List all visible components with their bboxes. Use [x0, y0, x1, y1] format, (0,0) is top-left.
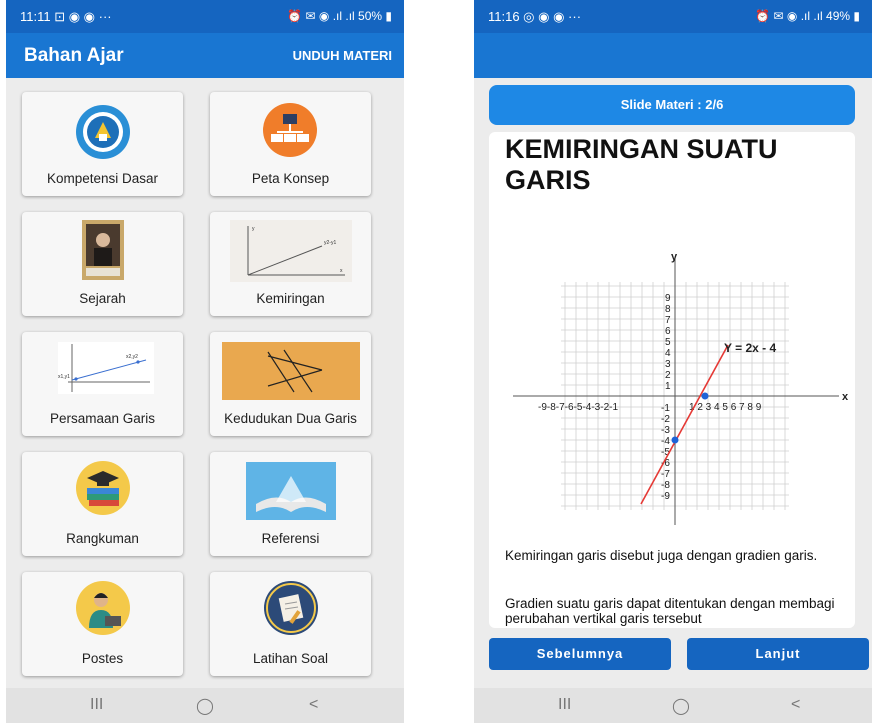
menu-card-rangkuman[interactable]: Rangkuman: [22, 452, 183, 556]
y-tick-label: -2: [661, 414, 670, 425]
menu-card-label: Kompetensi Dasar: [46, 171, 159, 186]
graduation-books-icon: [76, 461, 130, 515]
paragraph-text: Gradien suatu garis dapat ditentukan den…: [505, 596, 835, 626]
y-tick-label: 3: [665, 359, 671, 370]
status-bar: 11:11 ⊡ ◉ ◉ ··· ⏰ ✉ ◉ .ıl .ıl 50% ▮: [6, 0, 404, 33]
menu-card-label: Rangkuman: [66, 531, 139, 546]
menu-card-sejarah[interactable]: Sejarah: [22, 212, 183, 316]
y-tick-label: 2: [665, 370, 671, 381]
previous-button[interactable]: Sebelumnya: [489, 638, 671, 670]
y-tick-label: -8: [661, 480, 670, 491]
y-tick-label: 5: [665, 337, 671, 348]
x-tick-labels-positive: 1 2 3 4 5 6 7 8 9: [689, 402, 762, 413]
portrait-image-icon: [82, 220, 124, 280]
y-tick-label: 4: [665, 348, 671, 359]
y-axis-label: y: [671, 251, 678, 263]
menu-card-label: Kemiringan: [256, 291, 325, 306]
menu-card-label: Referensi: [261, 531, 320, 546]
tut-wuri-logo-icon: [76, 105, 130, 159]
back-button[interactable]: <: [791, 696, 800, 714]
menu-card-latihan-soal[interactable]: Latihan Soal: [210, 572, 371, 676]
slide-indicator-button[interactable]: Slide Materi : 2/6: [489, 85, 855, 125]
status-bar: 11:16 ◎ ◉ ◉ ··· ⏰ ✉ ◉ .ıl .ıl 49% ▮: [474, 0, 872, 33]
menu-card-label: Peta Konsep: [251, 171, 330, 186]
y-tick-label: 8: [665, 304, 671, 315]
menu-card-label: Persamaan Garis: [49, 411, 156, 426]
slope-graph-icon: y x y2-y1: [230, 220, 352, 282]
recent-apps-button[interactable]: III: [90, 696, 103, 714]
menu-card-postes[interactable]: Postes: [22, 572, 183, 676]
y-tick-label: 6: [665, 326, 671, 337]
download-material-button[interactable]: UNDUH MATERI: [293, 48, 392, 63]
menu-card-persamaan-garis[interactable]: x1,y1 x2,y2 Persamaan Garis: [22, 332, 183, 436]
menu-card-kemiringan[interactable]: y x y2-y1 Kemiringan: [210, 212, 371, 316]
back-button[interactable]: <: [309, 696, 318, 714]
equation-label: Y = 2x - 4: [724, 341, 776, 355]
phone-screen-menu: 11:11 ⊡ ◉ ◉ ··· ⏰ ✉ ◉ .ıl .ıl 50% ▮ Baha…: [6, 0, 404, 723]
home-button[interactable]: ◯: [196, 696, 214, 716]
menu-card-label: Latihan Soal: [252, 651, 329, 666]
system-nav-bar: III ◯ <: [6, 688, 404, 723]
y-tick-label: 7: [665, 315, 671, 326]
intersecting-lines-icon: [222, 342, 360, 400]
x-axis-label: x: [842, 391, 849, 403]
menu-card-peta-konsep[interactable]: Peta Konsep: [210, 92, 371, 196]
status-time: 11:16 ◎ ◉ ◉ ···: [488, 9, 582, 24]
menu-card-label: Sejarah: [79, 291, 126, 306]
line-y-equals-2x-minus-4: [640, 344, 729, 505]
y-tick-label: -7: [661, 469, 670, 480]
concept-map-icon: [263, 103, 317, 157]
teacher-laptop-icon: [76, 581, 130, 635]
x-tick-labels-negative: -9-8-7-6-5-4-3-2-1: [538, 402, 618, 413]
home-button[interactable]: ◯: [672, 696, 690, 716]
menu-card-kompetensi-dasar[interactable]: Kompetensi Dasar: [22, 92, 183, 196]
status-time: 11:11 ⊡ ◉ ◉ ···: [20, 9, 112, 24]
y-tick-labels: 987654321-1-2-3-4-5-6-7-8-9: [661, 293, 671, 502]
graph-point-label: x1,y1: [58, 374, 70, 380]
graph-point-y-intercept: [671, 436, 679, 444]
graph-line-label: y2-y1: [324, 240, 336, 246]
y-tick-label: -3: [661, 425, 670, 436]
y-tick-label: -4: [661, 436, 670, 447]
recent-apps-button[interactable]: III: [558, 696, 571, 714]
paragraph-text: Kemiringan garis disebut juga dengan gra…: [505, 548, 818, 563]
exam-paper-icon: [264, 581, 318, 635]
open-book-icon: [246, 462, 336, 520]
phone-screen-slide: 11:16 ◎ ◉ ◉ ··· ⏰ ✉ ◉ .ıl .ıl 49% ▮ Slid…: [474, 0, 872, 723]
app-bar: [474, 33, 872, 78]
menu-card-label: Kedudukan Dua Garis: [224, 411, 357, 426]
y-tick-label: 9: [665, 293, 671, 304]
menu-card-referensi[interactable]: Referensi: [210, 452, 371, 556]
y-tick-label: -9: [661, 491, 670, 502]
app-title: Bahan Ajar: [24, 45, 124, 66]
system-nav-bar: III ◯ <: [474, 688, 872, 723]
y-tick-label: 1: [665, 381, 671, 392]
slide-heading: KEMIRINGAN SUATU GARIS: [505, 134, 778, 195]
status-indicators: ⏰ ✉ ◉ .ıl .ıl 49% ▮: [755, 9, 860, 23]
app-bar: Bahan Ajar UNDUH MATERI: [6, 33, 404, 78]
y-tick-label: -1: [661, 403, 670, 414]
next-button[interactable]: Lanjut: [687, 638, 869, 670]
menu-card-kedudukan-dua-garis[interactable]: Kedudukan Dua Garis: [210, 332, 371, 436]
slide-content[interactable]: KEMIRINGAN SUATU GARIS y x -9-8-7-6-5-4-…: [489, 132, 855, 628]
line-equation-graph-icon: x1,y1 x2,y2: [58, 342, 154, 394]
menu-card-label: Postes: [81, 651, 124, 666]
coordinate-graph: y x -9-8-7-6-5-4-3-2-1 1 2 3 4 5 6 7 8 9…: [513, 251, 849, 525]
status-indicators: ⏰ ✉ ◉ .ıl .ıl 50% ▮: [287, 9, 392, 23]
graph-point-label: x2,y2: [126, 354, 138, 360]
graph-point-x-intercept: [701, 392, 709, 400]
